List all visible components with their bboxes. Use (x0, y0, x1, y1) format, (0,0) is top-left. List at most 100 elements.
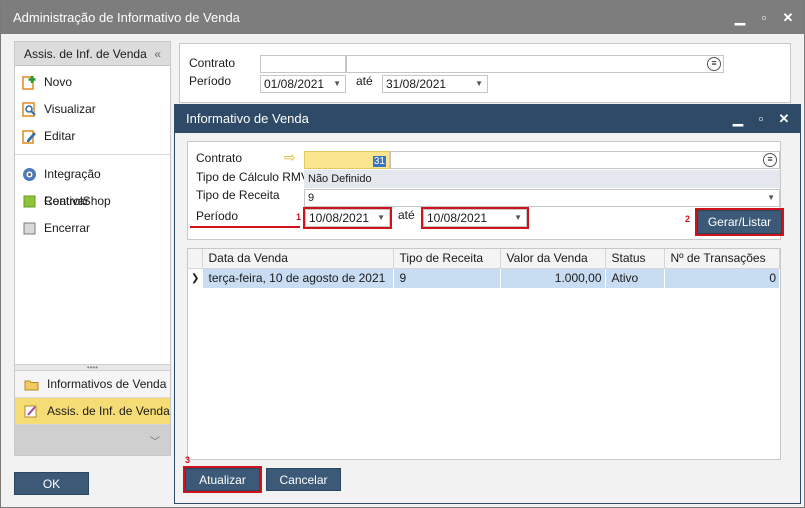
table-cell[interactable]: Ativo (605, 268, 665, 288)
contrato-name-field[interactable]: ≡ (390, 151, 780, 169)
row-selector-header (188, 249, 203, 269)
sidebar: Assis. de Inf. de Venda « Novo Visualiza… (14, 41, 171, 456)
close-icon[interactable]: ✕ (773, 105, 795, 133)
pencil-icon (22, 130, 36, 144)
sidebar-item-integracao[interactable]: Integração ControlShop (15, 161, 170, 208)
contrato-label: Contrato (189, 56, 236, 70)
table-cell[interactable]: 9 (393, 268, 501, 288)
tipo-receita-select[interactable]: 9 ▼ (304, 189, 780, 207)
ate-label: até (356, 74, 373, 88)
dropdown-arrow-icon[interactable]: ▼ (333, 76, 341, 92)
cancelar-button[interactable]: Cancelar (266, 468, 341, 491)
new-document-icon (22, 76, 36, 90)
nav-item-label: Assis. de Inf. de Venda (47, 404, 170, 418)
wizard-icon (24, 405, 37, 418)
sidebar-item-label: Encerrar (44, 221, 91, 235)
informativo-dialog: Informativo de Venda ▁ ▫ ✕ Contrato ⇨ 31… (174, 104, 801, 504)
contrato-code-value: 31 (372, 156, 386, 167)
date-from-value: 10/08/2021 (309, 211, 370, 225)
sidebar-nav: •••• Informativos de Venda Assis. de Inf… (15, 364, 170, 455)
column-header[interactable]: Tipo de Receita (393, 249, 501, 269)
dialog-title-bar: Informativo de Venda ▁ ▫ ✕ (175, 105, 800, 133)
sidebar-item-reativar[interactable]: Reativar (15, 188, 170, 215)
atualizar-button[interactable]: Atualizar (183, 466, 262, 493)
close-icon[interactable]: ✕ (777, 1, 799, 34)
minimize-icon[interactable]: ▁ (727, 105, 749, 133)
dialog-form: Contrato ⇨ 31 ≡ Tipo de Cálculo RMV Não … (187, 141, 784, 240)
nav-item-assistente[interactable]: Assis. de Inf. de Venda (15, 398, 170, 425)
tipo-calculo-label: Tipo de Cálculo RMV (196, 170, 309, 184)
periodo-underline (190, 226, 300, 228)
date-to-field[interactable]: 10/08/2021 ▼ (421, 207, 529, 229)
reactivate-icon (23, 195, 36, 208)
sidebar-item-editar[interactable]: Editar (15, 123, 170, 150)
background-filter-form: Contrato ≡ Período 01/08/2021 ▼ até 31/0… (179, 43, 791, 103)
maximize-icon[interactable]: ▫ (753, 1, 775, 34)
sidebar-header: Assis. de Inf. de Venda « (15, 42, 170, 66)
contrato-name-field[interactable]: ≡ (346, 55, 724, 73)
nav-more[interactable]: ﹀ (15, 425, 170, 455)
chevron-down-icon: ﹀ (150, 437, 160, 448)
list-icon[interactable]: ≡ (763, 153, 777, 167)
date-to-field[interactable]: 31/08/2021 ▼ (382, 75, 488, 93)
date-to-value: 31/08/2021 (386, 77, 447, 91)
sidebar-item-label: Visualizar (44, 102, 96, 116)
row-pointer-icon[interactable]: ❯ (188, 268, 203, 288)
sidebar-item-encerrar[interactable]: Encerrar (15, 215, 170, 242)
date-from-value: 01/08/2021 (264, 77, 325, 91)
maximize-icon[interactable]: ▫ (750, 105, 772, 133)
contrato-code-field[interactable]: 31 (304, 151, 390, 169)
dropdown-arrow-icon[interactable]: ▼ (767, 190, 775, 206)
table-cell[interactable]: 0 (664, 268, 780, 288)
table-cell[interactable]: terça-feira, 10 de agosto de 2021 (202, 268, 394, 288)
column-header[interactable]: Status (605, 249, 665, 269)
list-icon[interactable]: ≡ (707, 57, 721, 71)
periodo-label: Período (189, 74, 232, 88)
marker-1: 1 (296, 212, 302, 222)
table-cell[interactable]: 1.000,00 (500, 268, 606, 288)
ok-button[interactable]: OK (14, 472, 89, 495)
tipo-calculo-field: Não Definido (304, 170, 780, 188)
date-to-value: 10/08/2021 (427, 211, 488, 225)
contrato-label: Contrato (196, 151, 243, 165)
tipo-calculo-value: Não Definido (308, 173, 372, 185)
minimize-icon[interactable]: ▁ (729, 1, 751, 34)
sidebar-item-label: Reativar (44, 194, 89, 208)
sidebar-item-novo[interactable]: Novo (15, 69, 170, 96)
grid-header-row: Data da Venda Tipo de Receita Valor da V… (188, 249, 780, 269)
splitter-handle[interactable]: •••• (15, 364, 170, 372)
divider (15, 154, 170, 155)
ate-label: até (398, 208, 415, 222)
window-title: Administração de Informativo de Venda (13, 10, 240, 25)
sales-grid: Data da Venda Tipo de Receita Valor da V… (187, 248, 781, 460)
date-from-field[interactable]: 01/08/2021 ▼ (260, 75, 346, 93)
tipo-receita-label: Tipo de Receita (196, 188, 280, 202)
column-header[interactable]: Nº de Transações (664, 249, 780, 269)
contrato-code-field[interactable] (260, 55, 346, 73)
collapse-icon[interactable]: « (154, 42, 161, 66)
column-header[interactable]: Data da Venda (202, 249, 394, 269)
dialog-title: Informativo de Venda (186, 111, 309, 126)
magnifier-icon (22, 102, 36, 117)
close-square-icon (23, 222, 36, 235)
sidebar-item-label: Editar (44, 129, 76, 143)
dropdown-arrow-icon[interactable]: ▼ (514, 210, 522, 226)
sidebar-item-label: Novo (44, 75, 73, 89)
folder-icon (24, 380, 39, 391)
link-arrow-icon[interactable]: ⇨ (284, 149, 296, 166)
nav-item-informativos[interactable]: Informativos de Venda (15, 371, 170, 398)
date-from-field[interactable]: 10/08/2021 ▼ (303, 207, 392, 229)
table-row[interactable]: ❯ terça-feira, 10 de agosto de 2021 9 1.… (188, 268, 780, 288)
nav-item-label: Informativos de Venda (47, 377, 167, 391)
sidebar-item-visualizar[interactable]: Visualizar (15, 96, 170, 123)
column-header[interactable]: Valor da Venda (500, 249, 606, 269)
dropdown-arrow-icon[interactable]: ▼ (377, 210, 385, 226)
marker-2: 2 (685, 214, 691, 224)
sidebar-header-label: Assis. de Inf. de Venda (24, 47, 147, 61)
gerar-listar-button[interactable]: Gerar/Listar (695, 208, 784, 236)
window-title-bar: Administração de Informativo de Venda ▁ … (1, 1, 804, 34)
marker-3: 3 (185, 455, 191, 465)
dropdown-arrow-icon[interactable]: ▼ (475, 76, 483, 92)
integration-icon (23, 168, 36, 181)
periodo-label: Período (196, 209, 239, 223)
